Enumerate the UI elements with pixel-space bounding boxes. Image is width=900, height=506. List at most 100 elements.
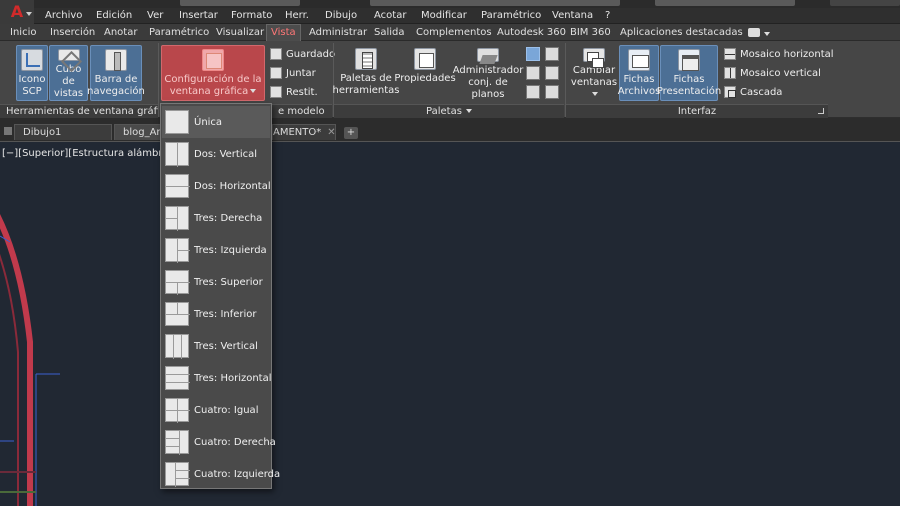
search-box[interactable] bbox=[655, 0, 795, 6]
layout-divider bbox=[166, 382, 190, 383]
viewport-layout-single[interactable]: Única bbox=[162, 106, 270, 138]
join-viewport-button[interactable]: Juntar bbox=[270, 65, 316, 81]
file-tabs-button[interactable]: Fichas Archivos bbox=[618, 45, 660, 101]
viewport-layout-label: Tres: Horizontal bbox=[194, 372, 272, 384]
document-tab-bar: Dibujo1 blog_Arc AMENTO* ✕ + bbox=[0, 118, 900, 142]
menu-edicion[interactable]: Edición bbox=[96, 10, 132, 21]
panel-footer-palettes[interactable]: Paletas bbox=[334, 104, 564, 118]
viewport-layout-four-right[interactable]: Cuatro: Derecha bbox=[162, 426, 276, 458]
application-menu-button[interactable]: A bbox=[0, 0, 34, 24]
title-bar bbox=[0, 0, 900, 8]
doc-tab-dibujo1[interactable]: Dibujo1 bbox=[14, 124, 112, 140]
viewport-layout-four-equal[interactable]: Cuatro: Igual bbox=[162, 394, 270, 426]
menu-parametrico[interactable]: Paramétrico bbox=[481, 10, 541, 21]
menu-herr[interactable]: Herr. bbox=[285, 10, 309, 21]
viewport-configuration-button[interactable]: Configuración de la ventana gráfica bbox=[161, 45, 265, 101]
markup-set-icon[interactable] bbox=[545, 85, 559, 99]
viewport-layout-three-below-icon bbox=[165, 302, 190, 326]
viewport-layout-four-left[interactable]: Cuatro: Izquierda bbox=[162, 458, 280, 490]
cascade-button[interactable]: Cascada bbox=[724, 84, 782, 100]
tab-salida[interactable]: Salida bbox=[374, 27, 405, 38]
new-tab-button[interactable]: + bbox=[344, 127, 358, 139]
layout-divider bbox=[177, 239, 178, 263]
viewport-layout-three-above[interactable]: Tres: Superior bbox=[162, 266, 270, 298]
menu-ventana[interactable]: Ventana bbox=[552, 10, 593, 21]
layout-divider bbox=[177, 207, 178, 231]
properties-icon bbox=[414, 48, 436, 70]
tab-parametrico[interactable]: Paramétrico bbox=[149, 27, 209, 38]
viewport-layout-label: Tres: Derecha bbox=[194, 212, 263, 224]
tab-visualizar[interactable]: Visualizar bbox=[216, 27, 264, 38]
menu-ver[interactable]: Ver bbox=[147, 10, 163, 21]
viewport-layout-two-horizontal[interactable]: Dos: Horizontal bbox=[162, 170, 271, 202]
menu-insertar[interactable]: Insertar bbox=[179, 10, 218, 21]
layout-divider bbox=[166, 374, 190, 375]
command-line-icon[interactable] bbox=[526, 47, 540, 61]
viewport-layout-three-right[interactable]: Tres: Derecha bbox=[162, 202, 270, 234]
viewport-layout-two-vertical[interactable]: Dos: Vertical bbox=[162, 138, 270, 170]
tool-palettes-icon bbox=[355, 48, 377, 70]
viewport-layout-label: Cuatro: Izquierda bbox=[194, 468, 281, 480]
close-icon[interactable]: ✕ bbox=[327, 127, 335, 138]
start-tab-icon[interactable] bbox=[4, 127, 12, 135]
panel-footer-model-viewports[interactable]: e modelo bbox=[272, 104, 332, 118]
layer-properties-icon[interactable] bbox=[545, 47, 559, 61]
viewport-layout-three-left[interactable]: Tres: Izquierda bbox=[162, 234, 270, 266]
tab-complementos[interactable]: Complementos bbox=[416, 27, 492, 38]
tab-autodesk-360[interactable]: Autodesk 360 bbox=[497, 27, 566, 38]
doc-tab-amento[interactable]: AMENTO* ✕ bbox=[272, 124, 336, 140]
menu-acotar[interactable]: Acotar bbox=[374, 10, 406, 21]
sign-in-area[interactable] bbox=[830, 0, 900, 6]
viewport-layout-three-below[interactable]: Tres: Inferior bbox=[162, 298, 270, 330]
viewport-layout-three-horizontal[interactable]: Tres: Horizontal bbox=[162, 362, 272, 394]
tab-insercion[interactable]: Inserción bbox=[50, 27, 95, 38]
sheet-set-manager-button[interactable]: Administrador conj. de planos bbox=[453, 45, 523, 101]
panel-footer-viewport-tools[interactable]: Herramientas de ventana gráfica bbox=[0, 104, 182, 118]
tab-anotar[interactable]: Anotar bbox=[104, 27, 137, 38]
switch-windows-icon bbox=[583, 48, 605, 68]
navigation-bar-button[interactable]: Barra de navegación bbox=[87, 45, 145, 101]
tile-vertical-button[interactable]: Mosaico vertical bbox=[724, 65, 821, 81]
title-segment bbox=[180, 0, 300, 6]
layout-divider bbox=[181, 335, 182, 359]
tab-bim-360[interactable]: BIM 360 bbox=[570, 27, 611, 38]
file-tabs-icon bbox=[628, 49, 650, 71]
tab-aplicaciones-destacadas[interactable]: Aplicaciones destacadas bbox=[620, 27, 743, 38]
viewport-layout-three-vertical[interactable]: Tres: Vertical bbox=[162, 330, 270, 362]
layout-tabs-button[interactable]: Fichas Presentación bbox=[657, 45, 721, 101]
autocad-logo-icon: A bbox=[10, 2, 24, 21]
ribbon: Icono SCP Cubo de vistas Barra de navega… bbox=[0, 41, 900, 118]
save-viewport-button[interactable]: Guardado bbox=[270, 46, 335, 62]
menu-modificar[interactable]: Modificar bbox=[421, 10, 467, 21]
layout-divider bbox=[179, 431, 180, 455]
layout-divider bbox=[166, 410, 190, 411]
layout-divider bbox=[166, 186, 190, 187]
tab-inicio[interactable]: Inicio bbox=[10, 27, 36, 38]
tile-horizontal-button[interactable]: Mosaico horizontal bbox=[724, 46, 834, 62]
menu-formato[interactable]: Formato bbox=[231, 10, 272, 21]
menu-help[interactable]: ? bbox=[605, 10, 610, 21]
switch-windows-button[interactable]: Cambiar ventanas bbox=[570, 45, 618, 101]
tab-administrar[interactable]: Administrar bbox=[309, 27, 367, 38]
panel-launcher-icon[interactable] bbox=[818, 108, 824, 114]
doc-tab-blog-arc[interactable]: blog_Arc bbox=[114, 124, 166, 140]
camera-icon[interactable] bbox=[748, 28, 760, 37]
design-center-icon[interactable] bbox=[526, 66, 540, 80]
external-references-icon[interactable] bbox=[545, 66, 559, 80]
tab-vista[interactable]: Vista bbox=[266, 24, 301, 41]
chevron-down-icon[interactable] bbox=[764, 32, 770, 36]
ucs-icon-button[interactable]: Icono SCP bbox=[16, 45, 48, 101]
menu-archivo[interactable]: Archivo bbox=[45, 10, 82, 21]
layout-divider bbox=[177, 303, 178, 314]
drawing-canvas[interactable]: [−][Superior][Estructura alámbrica 2D bbox=[0, 142, 900, 506]
properties-button[interactable]: Propiedades bbox=[394, 45, 456, 101]
menu-dibujo[interactable]: Dibujo bbox=[325, 10, 357, 21]
panel-footer-interface[interactable]: Interfaz bbox=[566, 104, 828, 118]
viewcube-button[interactable]: Cubo de vistas bbox=[49, 45, 88, 101]
panel-separator bbox=[158, 43, 159, 117]
layout-divider bbox=[166, 314, 190, 315]
tool-palettes-button[interactable]: Paletas de herramientas bbox=[333, 45, 399, 101]
restore-viewport-button[interactable]: Restit. bbox=[270, 84, 318, 100]
viewport-layout-label: Tres: Inferior bbox=[194, 308, 257, 320]
quickcalc-icon[interactable] bbox=[526, 85, 540, 99]
